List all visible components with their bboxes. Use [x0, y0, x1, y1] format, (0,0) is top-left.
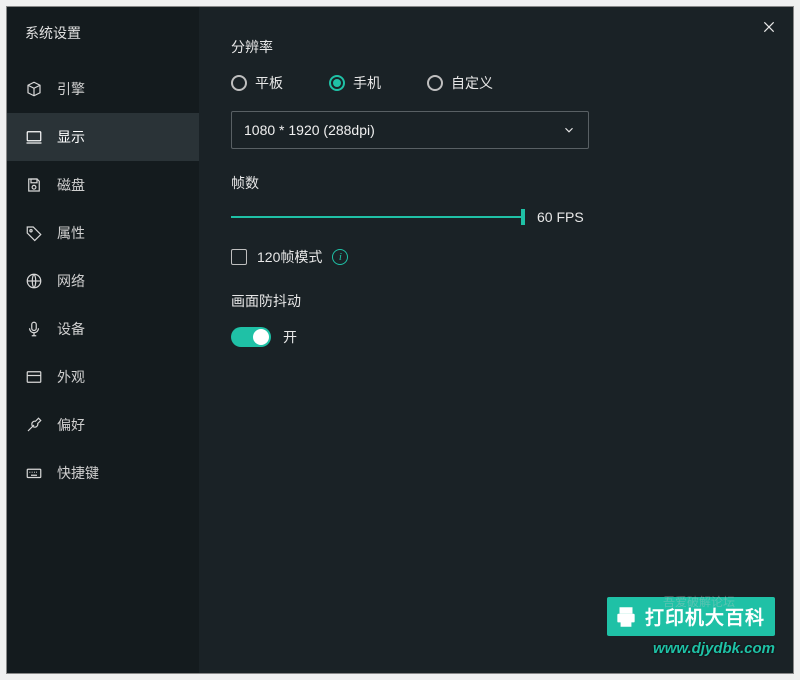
sidebar-item-label: 偏好: [57, 415, 85, 435]
sidebar-item-label: 显示: [57, 127, 85, 147]
wrench-icon: [25, 416, 43, 434]
dropdown-value: 1080 * 1920 (288dpi): [244, 122, 375, 138]
slider-track: [231, 216, 523, 218]
tag-icon: [25, 224, 43, 242]
cube-icon: [25, 80, 43, 98]
sidebar-item-label: 引擎: [57, 79, 85, 99]
fps-value: 60 FPS: [537, 209, 584, 225]
sidebar-item-label: 属性: [57, 223, 85, 243]
sidebar-item-disk[interactable]: 磁盘: [7, 161, 199, 209]
radio-tablet[interactable]: 平板: [231, 73, 283, 93]
close-icon: [761, 19, 777, 35]
watermark-forum: 吾爱破解论坛: [663, 593, 735, 610]
antishake-label: 画面防抖动: [231, 291, 753, 311]
globe-icon: [25, 272, 43, 290]
sidebar-item-prefs[interactable]: 偏好: [7, 401, 199, 449]
sidebar-item-display[interactable]: 显示: [7, 113, 199, 161]
slider-thumb[interactable]: [521, 209, 525, 225]
sidebar-item-label: 快捷键: [57, 463, 99, 483]
sidebar-item-label: 磁盘: [57, 175, 85, 195]
antishake-toggle-row: 开: [231, 327, 753, 347]
toggle-state-label: 开: [283, 327, 297, 347]
radio-label: 自定义: [451, 73, 493, 93]
toggle-knob: [253, 329, 269, 345]
radio-phone[interactable]: 手机: [329, 73, 381, 93]
keyboard-icon: [25, 464, 43, 482]
sidebar-item-network[interactable]: 网络: [7, 257, 199, 305]
sidebar-item-device[interactable]: 设备: [7, 305, 199, 353]
fps-slider-row: 60 FPS: [231, 209, 753, 225]
save-icon: [25, 176, 43, 194]
printer-icon: [613, 604, 639, 630]
info-icon[interactable]: i: [332, 249, 348, 265]
fps-slider[interactable]: [231, 209, 523, 225]
watermark-text: 打印机大百科: [645, 603, 765, 630]
sidebar-item-attrs[interactable]: 属性: [7, 209, 199, 257]
fps-120-checkbox[interactable]: 120帧模式 i: [231, 247, 753, 267]
resolution-label: 分辨率: [231, 37, 753, 57]
radio-circle-icon: [231, 75, 247, 91]
radio-label: 平板: [255, 73, 283, 93]
mic-icon: [25, 320, 43, 338]
window-icon: [25, 368, 43, 386]
window-title: 系统设置: [7, 7, 199, 65]
monitor-icon: [25, 128, 43, 146]
resolution-dropdown[interactable]: 1080 * 1920 (288dpi): [231, 111, 589, 149]
radio-label: 手机: [353, 73, 381, 93]
sidebar-item-shortcuts[interactable]: 快捷键: [7, 449, 199, 497]
chevron-down-icon: [562, 123, 576, 137]
antishake-toggle[interactable]: [231, 327, 271, 347]
sidebar-item-label: 设备: [57, 319, 85, 339]
sidebar-item-appearance[interactable]: 外观: [7, 353, 199, 401]
radio-custom[interactable]: 自定义: [427, 73, 493, 93]
main-panel: 分辨率 平板 手机 自定义 1080 * 1920 (288dpi) 帧数: [199, 7, 793, 673]
checkbox-icon: [231, 249, 247, 265]
fps-label: 帧数: [231, 173, 753, 193]
checkbox-label: 120帧模式: [257, 247, 322, 267]
sidebar-item-label: 外观: [57, 367, 85, 387]
sidebar-item-label: 网络: [57, 271, 85, 291]
sidebar-item-engine[interactable]: 引擎: [7, 65, 199, 113]
watermark-url: www.djydbk.com: [607, 640, 775, 657]
resolution-radio-group: 平板 手机 自定义: [231, 73, 753, 93]
sidebar: 系统设置 引擎 显示 磁盘 属性: [7, 7, 199, 673]
radio-circle-icon: [427, 75, 443, 91]
watermark-badge: 打印机大百科: [607, 597, 775, 636]
close-button[interactable]: [761, 19, 779, 37]
radio-circle-icon: [329, 75, 345, 91]
watermark: 吾爱破解论坛 打印机大百科 www.djydbk.com: [607, 597, 775, 657]
